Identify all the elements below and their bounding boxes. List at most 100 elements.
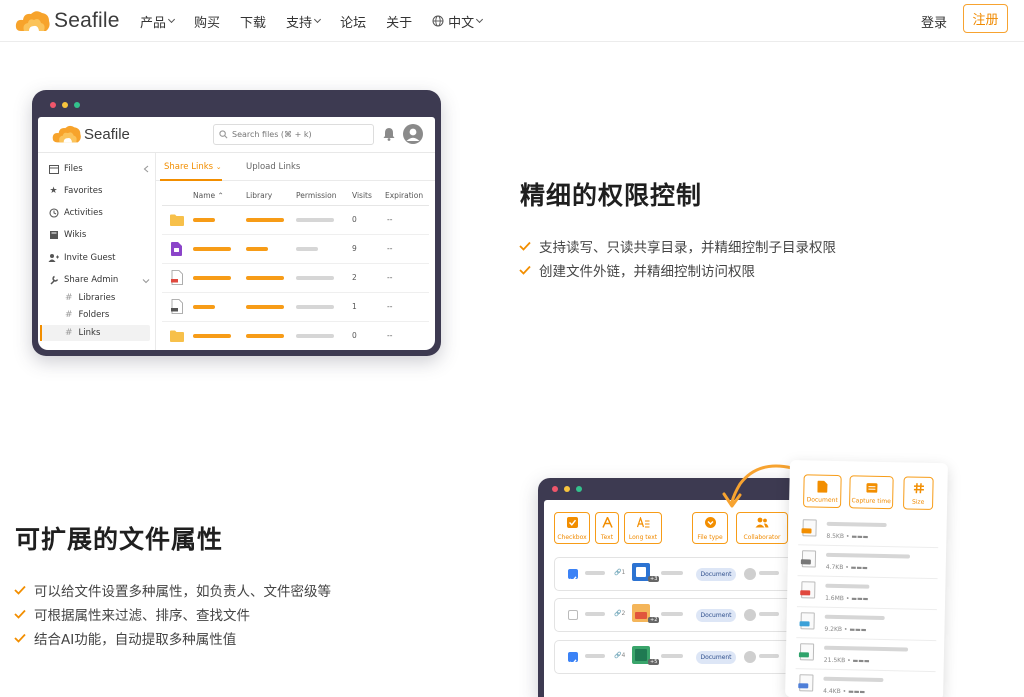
sidebar-item-share-admin[interactable]: Share Admin — [48, 272, 118, 288]
sidebar-sub-folders[interactable]: # Folders — [65, 308, 109, 322]
row-checkbox[interactable] — [568, 569, 578, 583]
section-title-file-attributes: 可扩展的文件属性 — [15, 525, 224, 554]
menu-about-label: 关于 — [386, 15, 413, 31]
col-header-permission[interactable]: Permission — [296, 191, 336, 200]
text-placeholder-bar — [585, 612, 605, 616]
file-row[interactable]: 4.4KB • ▬▬▬ — [795, 670, 936, 697]
register-button[interactable]: 注册 — [963, 4, 1008, 33]
menu-about[interactable]: 关于 — [386, 12, 412, 31]
col-header-visits[interactable]: Visits — [352, 191, 372, 200]
seafile-logo[interactable]: Seafile — [15, 6, 120, 36]
link-count: 🔗2 — [614, 610, 626, 617]
sidebar-sub-label: Links — [78, 328, 101, 338]
filename-placeholder-bar — [823, 676, 884, 683]
sidebar-item-label: Share Admin — [64, 275, 119, 285]
col-header-library[interactable]: Library — [246, 191, 272, 200]
tab-upload-links[interactable]: Upload Links — [246, 162, 300, 172]
file-row[interactable]: 1.6MB • ▬▬▬ — [796, 577, 938, 611]
table-row[interactable]: 1 -- — [162, 293, 429, 322]
file-properties-card: Document Capture time Size 8.5KB • ▬▬▬ 4… — [785, 460, 948, 697]
pdf-file-icon — [171, 270, 183, 285]
row-checkbox[interactable] — [568, 652, 578, 666]
menu-purchase[interactable]: 购买 — [194, 12, 220, 31]
sidebar-sub-label: Libraries — [78, 293, 116, 303]
menu-support[interactable]: 支持 — [286, 12, 322, 31]
permission-placeholder-bar — [296, 276, 334, 280]
sidebar-item-activities[interactable]: Activities — [48, 205, 103, 221]
app-header: Seafile — [38, 117, 435, 153]
sidebar-sub-libraries[interactable]: # Libraries — [65, 291, 115, 305]
link-count-value: 1 — [621, 569, 626, 576]
text-placeholder-bar — [585, 654, 605, 658]
sidebar-item-label: Files — [64, 164, 83, 174]
link-count: 🔗1 — [614, 569, 626, 576]
long-text-placeholder-bar — [661, 612, 683, 616]
expiration-value: -- — [387, 302, 393, 311]
file-row[interactable]: 4.7KB • ▬▬▬ — [797, 546, 939, 580]
menu-support-label: 支持 — [286, 15, 313, 31]
file-size-value: 9.2KB — [824, 625, 843, 634]
calendar-icon — [850, 481, 892, 493]
check-icon — [14, 585, 28, 595]
bell-icon[interactable] — [383, 127, 395, 141]
check-icon — [519, 241, 533, 251]
attr-label: Size — [911, 498, 925, 506]
sidebar-item-files[interactable]: Files — [48, 161, 83, 177]
checkbox-icon — [555, 517, 589, 528]
app-screen: Checkbox Text Long text File type Collab… — [544, 500, 800, 697]
library-placeholder-bar — [246, 218, 284, 222]
row-checkbox[interactable] — [568, 610, 578, 620]
collapse-chevron-icon[interactable] — [143, 165, 149, 173]
table-row[interactable]: 9 -- — [162, 235, 429, 264]
visits-value: 9 — [352, 244, 357, 253]
attr-file-type: File type — [692, 512, 728, 544]
sidebar-item-favorites[interactable]: ★ Favorites — [48, 183, 102, 199]
attr-label: Document — [806, 496, 838, 505]
app-logo-text: Seafile — [84, 125, 130, 143]
collaborator-name-bar — [759, 654, 779, 658]
avatar[interactable] — [403, 124, 423, 144]
file-size-value: 4.7KB — [825, 563, 844, 572]
sidebar-sub-links[interactable]: # Links — [65, 326, 100, 340]
menu-language-label: 中文 — [448, 15, 475, 31]
table-row[interactable]: 0 -- — [162, 206, 429, 235]
table-row[interactable]: 🔗4 +5 Document — [554, 640, 800, 674]
menu-language[interactable]: 中文 — [432, 12, 484, 31]
menu-products[interactable]: 产品 — [140, 12, 176, 31]
tab-share-links[interactable]: Share Links ⌄ — [164, 162, 222, 172]
clock-icon — [48, 208, 59, 219]
permission-placeholder-bar — [296, 247, 318, 251]
table-row[interactable]: 2 -- — [162, 264, 429, 293]
menu-download[interactable]: 下载 — [240, 12, 266, 31]
visits-value: 2 — [352, 273, 357, 282]
person-plus-icon — [48, 253, 59, 264]
feature-item: 结合AI功能，自动提取多种属性值 — [14, 628, 236, 648]
long-text-placeholder-bar — [661, 571, 683, 575]
name-placeholder-bar — [193, 247, 231, 251]
login-link[interactable]: 登录 — [921, 12, 947, 31]
tab-bar: Share Links ⌄ Upload Links — [156, 153, 435, 181]
file-icon — [800, 550, 817, 568]
table-row[interactable]: 0 -- — [162, 322, 429, 350]
attr-label: Text — [600, 534, 614, 541]
menu-forum[interactable]: 论坛 — [340, 12, 366, 31]
file-row[interactable]: 21.5KB • ▬▬▬ — [795, 639, 937, 673]
col-header-expiration[interactable]: Expiration — [385, 191, 423, 200]
search-input[interactable] — [232, 130, 362, 139]
file-size: 1.6MB • ▬▬▬ — [825, 594, 869, 603]
table-row[interactable]: 🔗1 +3 Document — [554, 557, 800, 591]
sidebar-item-invite-guest[interactable]: Invite Guest — [48, 250, 116, 266]
table-row[interactable]: 🔗2 +2 Document — [554, 598, 800, 632]
col-header-name[interactable]: Name ⌃ — [193, 191, 224, 200]
search-box[interactable] — [213, 124, 374, 145]
visits-value: 0 — [352, 331, 357, 340]
hash-icon: # — [65, 293, 73, 303]
file-row[interactable]: 9.2KB • ▬▬▬ — [796, 608, 937, 642]
green-dot-icon — [74, 102, 80, 108]
folder-icon — [48, 164, 59, 175]
chevron-down-icon[interactable] — [142, 278, 150, 284]
sidebar-item-wikis[interactable]: Wikis — [48, 227, 86, 243]
chevron-down-icon — [314, 15, 322, 23]
file-row[interactable]: 8.5KB • ▬▬▬ — [798, 515, 939, 549]
library-placeholder-bar — [246, 247, 268, 251]
